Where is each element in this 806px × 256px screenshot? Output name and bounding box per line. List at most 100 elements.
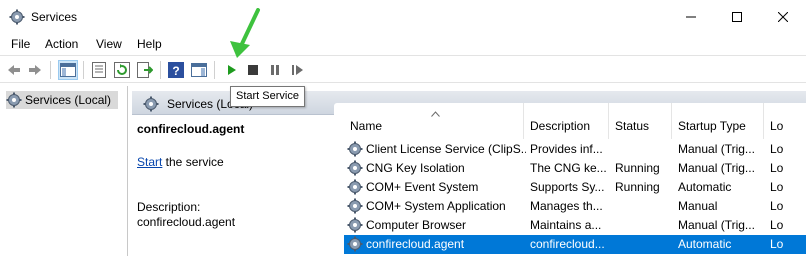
cell-name: Computer Browser [366,218,467,232]
cell-logon: Lo [770,180,784,194]
stop-icon [248,65,258,75]
stop-service-button[interactable] [243,60,263,80]
window-title: Services [31,10,78,24]
column-header-logon[interactable]: Lo [764,103,806,139]
description-label: Description: [137,200,201,214]
console-tree-button[interactable] [58,60,78,80]
description-pane: confirecloud.agent Start the service Des… [132,115,334,256]
cell-startup-type: Manual [678,199,718,213]
table-row[interactable]: Computer Browser Maintains a... Manual (… [344,216,806,235]
toolbar-separator [160,61,161,79]
table-row[interactable]: COM+ Event System Supports Sy... Running… [344,178,806,197]
toolbar-separator [50,61,51,79]
cell-name: COM+ Event System [366,180,479,194]
table-row[interactable]: CNG Key Isolation The CNG ke... Running … [344,159,806,178]
help-button[interactable]: ? [166,60,186,80]
cell-status: Running [615,161,660,175]
pause-icon [271,65,279,75]
gear-icon [347,198,363,214]
cell-logon: Lo [770,218,784,232]
cell-startup-type: Manual (Trig... [678,218,755,232]
cell-logon: Lo [770,142,784,156]
service-rows: Client License Service (ClipS... Provide… [344,140,806,254]
minimize-icon [686,16,696,18]
services-list: Name Description Status Startup Type Lo … [334,103,806,256]
start-service-suffix: the service [162,155,224,169]
column-header-status[interactable]: Status [609,103,672,139]
tooltip: Start Service [230,86,305,107]
tree-item-label: Services (Local) [25,93,112,107]
table-row-selected[interactable]: confirecloud.agent confirecloud... Autom… [344,235,806,254]
cell-startup-type: Automatic [678,237,732,251]
cell-description: The CNG ke... [530,161,607,175]
cell-startup-type: Automatic [678,180,732,194]
gear-icon [347,217,363,233]
forward-button[interactable] [25,60,45,80]
cell-startup-type: Manual (Trig... [678,142,755,156]
refresh-icon [114,62,130,78]
cell-description: Supports Sy... [530,180,605,194]
toolbar: ? [0,55,806,83]
gear-icon [143,96,159,112]
cell-logon: Lo [770,199,784,213]
maximize-button[interactable] [714,0,760,34]
action-pane-icon [191,63,207,77]
tree-item-services-local[interactable]: Services (Local) [6,91,118,109]
gear-icon [347,160,363,176]
back-button[interactable] [4,60,24,80]
start-service-line: Start the service [137,155,224,169]
table-row[interactable]: Client License Service (ClipS... Provide… [344,140,806,159]
forward-arrow-icon [29,65,41,75]
cell-logon: Lo [770,161,784,175]
cell-name: confirecloud.agent [366,237,465,251]
console-tree: Services (Local) [0,86,128,256]
cell-description: Maintains a... [530,218,602,232]
close-button[interactable] [760,0,806,34]
cell-name: CNG Key Isolation [366,161,465,175]
console-tree-icon [60,63,76,77]
gear-icon [347,179,363,195]
play-icon [228,65,236,75]
cell-name: COM+ System Application [366,199,506,213]
annotation-arrow [230,8,260,58]
start-service-button[interactable] [221,60,241,80]
restart-icon [292,65,303,75]
toolbar-separator [214,61,215,79]
service-name-heading: confirecloud.agent [137,122,245,136]
minimize-button[interactable] [668,0,714,34]
export-list-button[interactable] [135,60,155,80]
pause-service-button[interactable] [265,60,285,80]
gear-icon [9,9,25,25]
column-header-startup-type[interactable]: Startup Type [672,103,764,139]
start-service-link[interactable]: Start [137,155,162,169]
restart-service-button[interactable] [288,60,308,80]
gear-icon [6,92,22,108]
maximize-icon [732,12,742,22]
menu-action[interactable]: Action [45,37,78,51]
toolbar-separator [83,61,84,79]
cell-startup-type: Manual (Trig... [678,161,755,175]
svg-text:?: ? [172,64,179,78]
title-bar: Services [0,0,806,34]
description-text: confirecloud.agent [137,215,236,229]
menu-help[interactable]: Help [137,37,162,51]
cell-logon: Lo [770,237,784,251]
properties-icon [92,62,106,78]
menu-bar: File Action View Help [0,34,806,54]
menu-file[interactable]: File [11,37,30,51]
export-list-icon [137,62,153,78]
action-pane-button[interactable] [189,60,209,80]
table-row[interactable]: COM+ System Application Manages th... Ma… [344,197,806,216]
cell-description: Manages th... [530,199,603,213]
help-icon: ? [168,62,184,78]
column-header-description[interactable]: Description [524,103,609,139]
properties-button[interactable] [89,60,109,80]
cell-name: Client License Service (ClipS... [366,142,526,156]
column-header-name[interactable]: Name [344,103,524,139]
menu-view[interactable]: View [96,37,122,51]
gear-icon [347,236,363,252]
cell-description: Provides inf... [530,142,603,156]
cell-description: confirecloud... [530,237,605,251]
refresh-button[interactable] [112,60,132,80]
cell-status: Running [615,180,660,194]
